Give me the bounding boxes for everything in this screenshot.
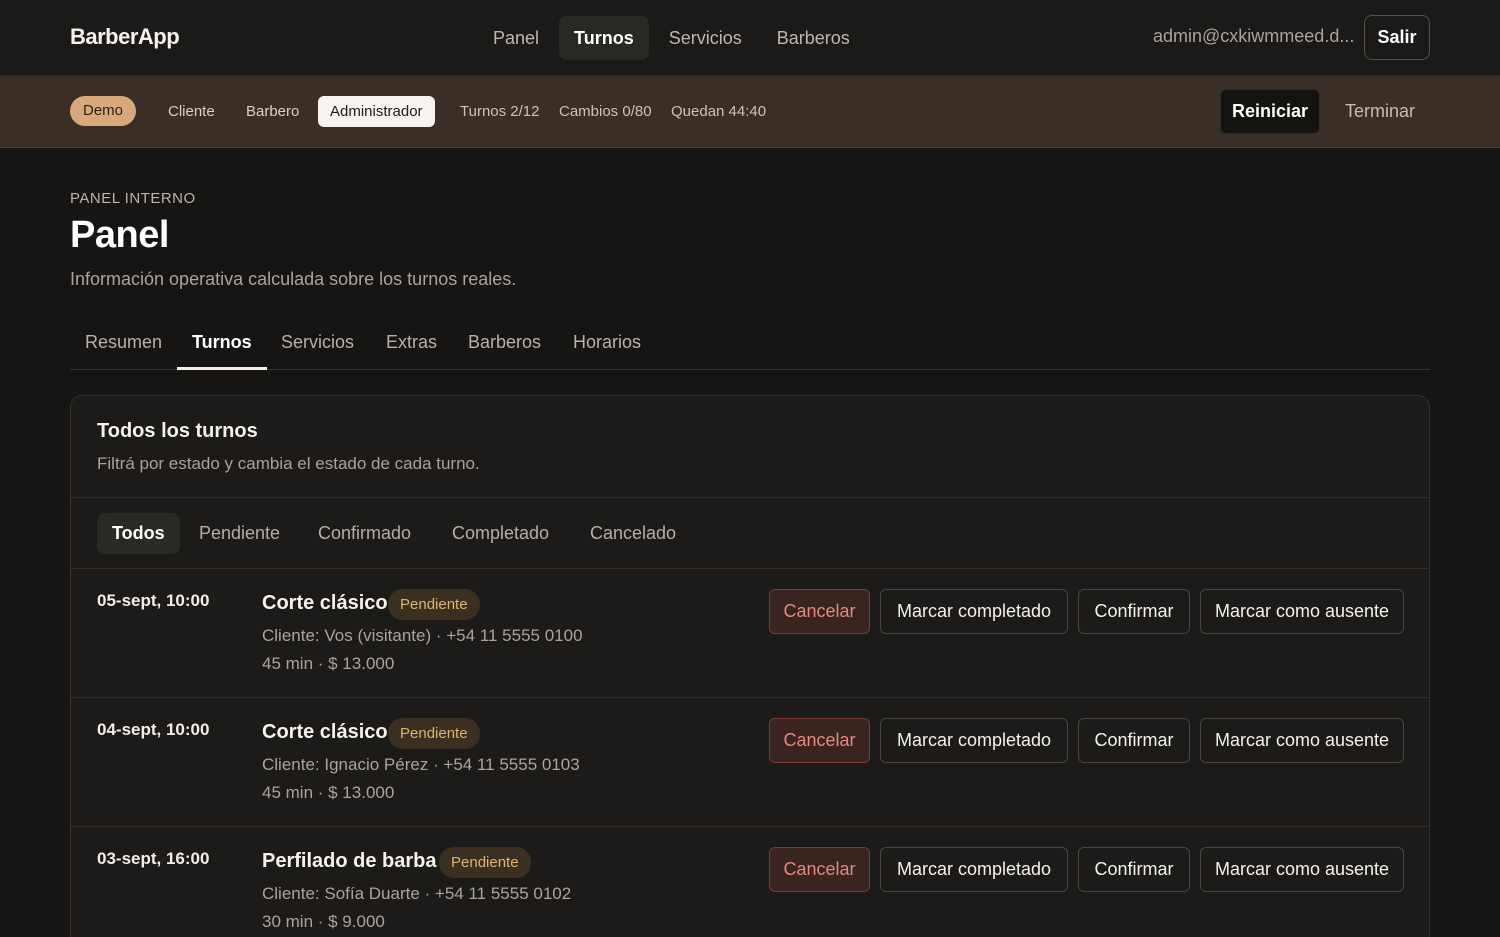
nav-barberos[interactable]: Barberos [762, 16, 865, 60]
confirm-button[interactable]: Confirmar [1078, 589, 1190, 634]
mark-completed-button[interactable]: Marcar completado [880, 718, 1068, 763]
main-nav: Panel Turnos Servicios Barberos [478, 16, 870, 60]
appointment-row: 03-sept, 16:00 Perfilado de barba Pendie… [71, 827, 1429, 937]
nav-turnos[interactable]: Turnos [559, 16, 649, 60]
nav-servicios[interactable]: Servicios [654, 16, 757, 60]
appointment-service: Corte clásico [262, 721, 388, 743]
appointment-client: Cliente: Ignacio Pérez · +54 11 5555 010… [262, 755, 580, 774]
tab-barberos[interactable]: Barberos [453, 316, 556, 370]
appointments-card: Todos los turnos Filtrá por estado y cam… [70, 395, 1430, 937]
status-badge: Pendiente [388, 589, 480, 620]
card-title: Todos los turnos [97, 420, 258, 442]
tab-extras[interactable]: Extras [371, 316, 452, 370]
top-navigation: BarberApp Panel Turnos Servicios Barbero… [0, 0, 1500, 76]
filter-cancelado[interactable]: Cancelado [575, 513, 691, 554]
panel-tabs: Resumen Turnos Servicios Extras Barberos… [70, 316, 1430, 370]
cancel-button[interactable]: Cancelar [769, 589, 870, 634]
tab-resumen[interactable]: Resumen [70, 316, 177, 370]
appointment-date: 04-sept, 10:00 [97, 720, 210, 739]
filter-todos[interactable]: Todos [97, 513, 180, 554]
nav-panel[interactable]: Panel [478, 16, 554, 60]
status-badge: Pendiente [388, 718, 480, 749]
appointment-client: Cliente: Vos (visitante) · +54 11 5555 0… [262, 626, 583, 645]
page-subtitle: Información operativa calculada sobre lo… [70, 269, 517, 289]
filter-confirmado[interactable]: Confirmado [303, 513, 426, 554]
tab-horarios[interactable]: Horarios [558, 316, 656, 370]
filter-completado[interactable]: Completado [437, 513, 564, 554]
cancel-button[interactable]: Cancelar [769, 847, 870, 892]
appointment-row: 04-sept, 10:00 Corte clásico Pendiente C… [71, 698, 1429, 827]
turnos-counter: Turnos 2/12 [460, 103, 540, 120]
appointment-row: 05-sept, 10:00 Corte clásico Pendiente C… [71, 569, 1429, 698]
appointment-date: 05-sept, 10:00 [97, 591, 210, 610]
appointment-duration-price: 45 min · $ 13.000 [262, 783, 395, 802]
status-filters: Todos Pendiente Confirmado Completado Ca… [71, 497, 1429, 569]
status-badge: Pendiente [439, 847, 531, 878]
mark-absent-button[interactable]: Marcar como ausente [1200, 589, 1404, 634]
appointment-date: 03-sept, 16:00 [97, 849, 210, 868]
user-email: admin@cxkiwmmeed.d... [1153, 26, 1355, 46]
role-cliente[interactable]: Cliente [156, 96, 227, 127]
mark-completed-button[interactable]: Marcar completado [880, 847, 1068, 892]
appointment-duration-price: 45 min · $ 13.000 [262, 654, 395, 673]
page-eyebrow: PANEL INTERNO [70, 190, 196, 207]
demo-badge: Demo [70, 96, 136, 126]
demo-bar: Demo Cliente Barbero Administrador Turno… [0, 76, 1500, 148]
brand-logo[interactable]: BarberApp [70, 24, 180, 50]
card-subtitle: Filtrá por estado y cambia el estado de … [97, 454, 480, 473]
role-administrador[interactable]: Administrador [318, 96, 435, 127]
appointment-duration-price: 30 min · $ 9.000 [262, 912, 385, 931]
mark-completed-button[interactable]: Marcar completado [880, 589, 1068, 634]
end-demo-button[interactable]: Terminar [1330, 89, 1430, 134]
appointment-client: Cliente: Sofía Duarte · +54 11 5555 0102 [262, 884, 572, 903]
reset-button[interactable]: Reiniciar [1220, 89, 1320, 134]
confirm-button[interactable]: Confirmar [1078, 718, 1190, 763]
mark-absent-button[interactable]: Marcar como ausente [1200, 847, 1404, 892]
mark-absent-button[interactable]: Marcar como ausente [1200, 718, 1404, 763]
appointment-service: Perfilado de barba [262, 850, 437, 872]
confirm-button[interactable]: Confirmar [1078, 847, 1190, 892]
cambios-counter: Cambios 0/80 [559, 103, 652, 120]
filter-pendiente[interactable]: Pendiente [184, 513, 295, 554]
tab-servicios[interactable]: Servicios [266, 316, 369, 370]
tab-turnos[interactable]: Turnos [177, 316, 267, 370]
role-barbero[interactable]: Barbero [234, 96, 311, 127]
time-remaining: Quedan 44:40 [671, 103, 767, 120]
logout-button[interactable]: Salir [1364, 15, 1430, 60]
appointment-service: Corte clásico [262, 592, 388, 614]
cancel-button[interactable]: Cancelar [769, 718, 870, 763]
page-title: Panel [70, 214, 169, 256]
